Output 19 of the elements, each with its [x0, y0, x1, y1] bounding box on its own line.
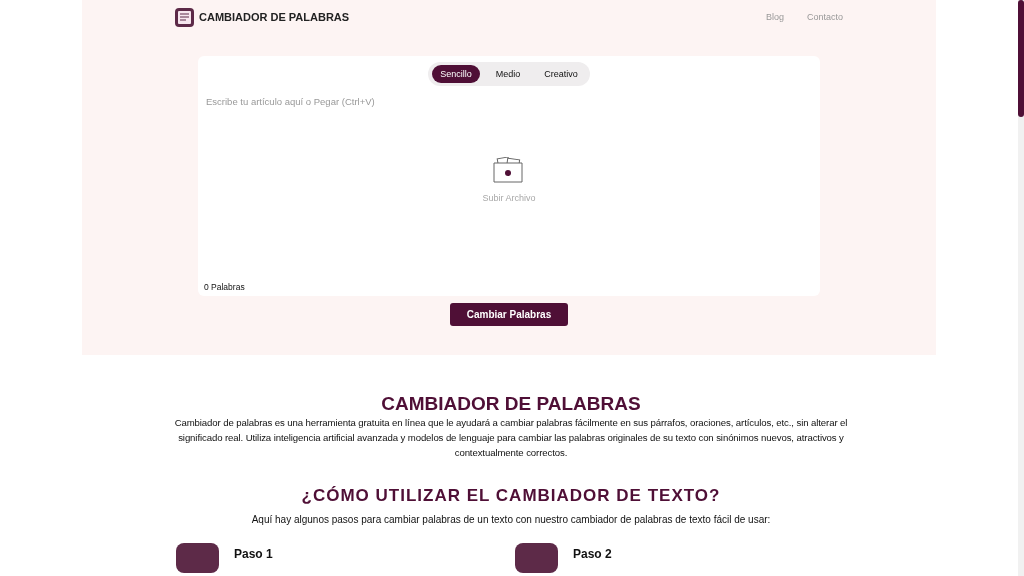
section-title: CAMBIADOR DE PALABRAS	[381, 393, 641, 415]
folder-icon	[493, 157, 525, 183]
step-icon	[176, 543, 219, 573]
step-title: Paso 1	[234, 547, 273, 563]
mode-tab[interactable]: Sencillo	[432, 65, 480, 83]
intro-paragraph: Cambiador de palabras es una herramienta gratuita en línea que le ayudará a cambiar palabras fácilmente en sus párrafos, oraciones, artículos, etc., sin alterar el significado real. Utiliza inteligencia artificial avanzada y modelos de lenguaje para cambiar las palabras originales de su texto con sinónimos nuevos, atractivos y contextualmente correctos.	[173, 416, 849, 460]
article-input[interactable]: Escribe tu artículo aquí o Pegar (Ctrl+V)	[204, 94, 814, 148]
scrollbar-thumb[interactable]	[1018, 0, 1024, 117]
brand-name: CAMBIADOR DE PALABRAS	[199, 11, 350, 23]
step-icon	[515, 543, 558, 573]
section-title: ¿CÓMO UTILIZAR EL CAMBIADOR DE TEXTO?	[301, 486, 721, 506]
submit-button[interactable]: Cambiar Palabras	[450, 303, 568, 326]
mode-tab[interactable]: Medio	[487, 65, 529, 83]
logo-icon	[175, 7, 194, 27]
mode-tab[interactable]: Creativo	[536, 65, 586, 83]
scrollbar[interactable]	[1018, 0, 1024, 576]
word-count: 0 Palabras	[204, 282, 245, 292]
step-title: Paso 2	[573, 547, 612, 563]
howto-paragraph: Aquí hay algunos pasos para cambiar palabras de un texto con nuestro cambiador de palabras de texto fácil de usar:	[251, 514, 771, 525]
